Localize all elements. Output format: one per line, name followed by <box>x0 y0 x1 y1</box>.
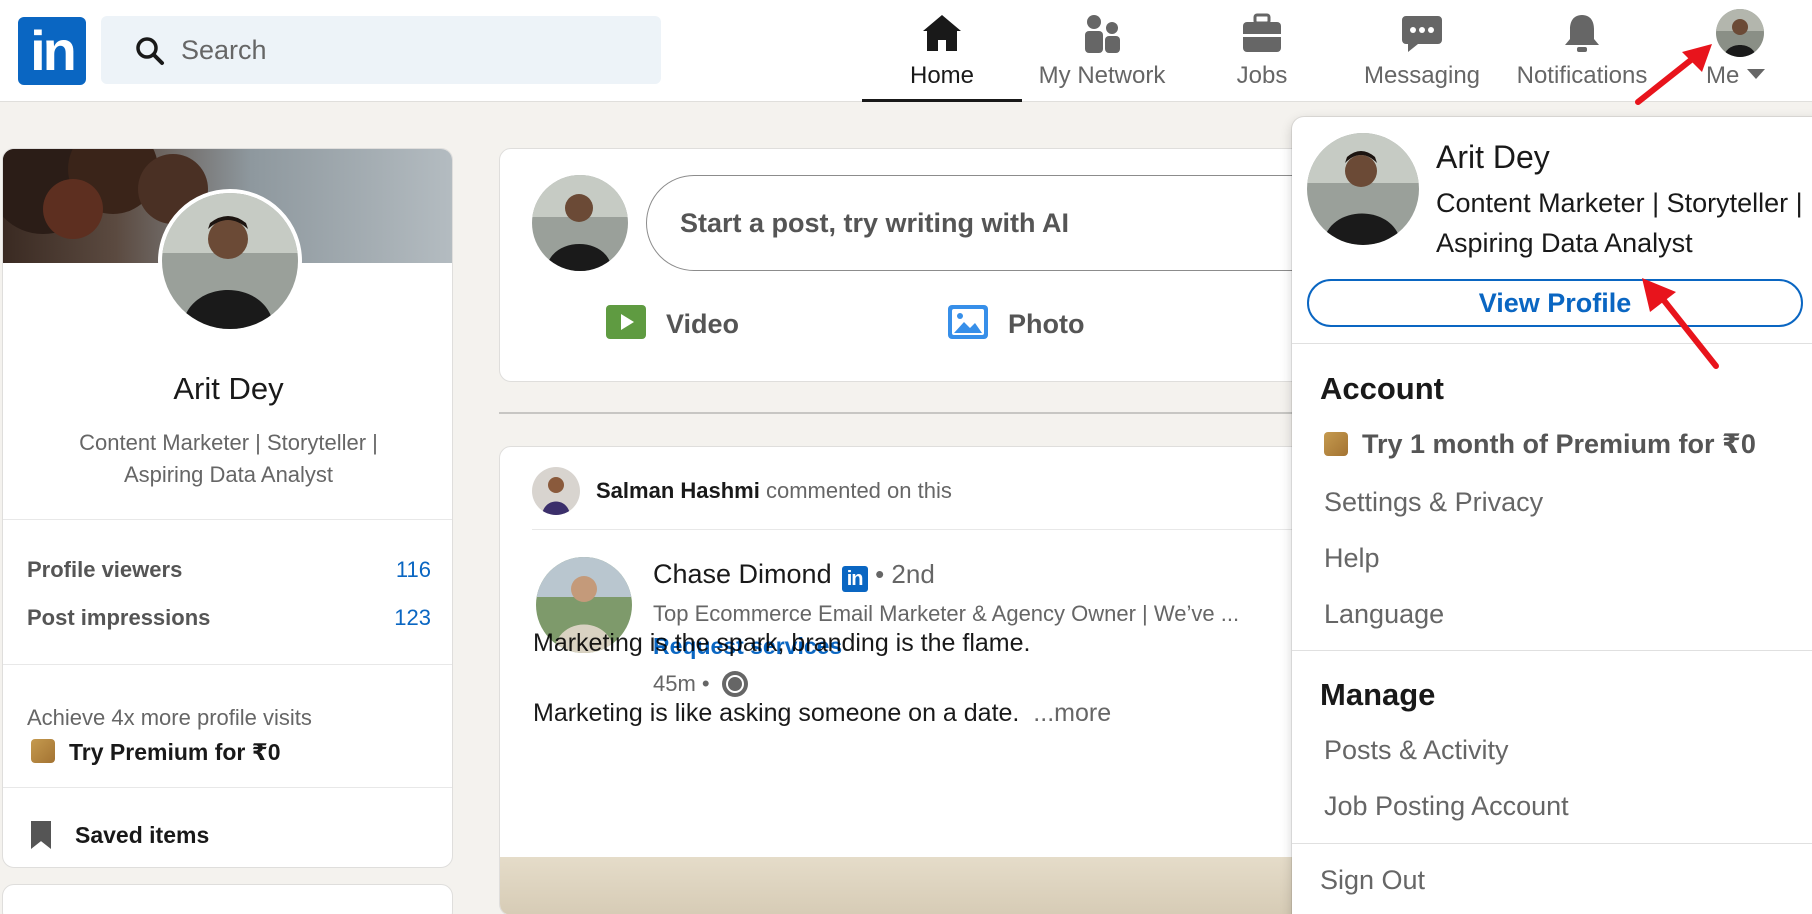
premium-menu-label: Try 1 month of Premium for ₹0 <box>1362 429 1756 459</box>
dropdown-headline: Content Marketer | Storyteller | Aspirin… <box>1436 188 1803 258</box>
stat-label: Profile viewers <box>27 557 183 582</box>
search-input[interactable] <box>181 16 641 84</box>
me-label: Me <box>1706 62 1740 89</box>
linkedin-badge-icon: in <box>841 566 868 592</box>
author-headline: Top Ecommerce Email Marketer & Agency Ow… <box>653 601 1240 626</box>
view-profile-button[interactable]: View Profile <box>1307 279 1803 327</box>
social-action-text: commented on this <box>765 478 952 503</box>
stat-value: 116 <box>395 557 431 582</box>
photo-icon <box>948 305 988 339</box>
try-premium-link[interactable]: Try Premium for ₹0 <box>31 739 281 766</box>
nav-label-messaging: Messaging <box>1363 62 1481 89</box>
globe-icon <box>721 671 748 697</box>
see-more-link[interactable]: ...more <box>1033 699 1111 727</box>
commenter-name[interactable]: Salman Hashmi <box>596 478 760 503</box>
nav-item-jobs[interactable]: Jobs <box>1182 0 1342 102</box>
help-menu-item[interactable]: Help <box>1324 543 1380 574</box>
post-line-1: Marketing is the spark, branding is the … <box>533 629 1030 658</box>
linkedin-logo-icon[interactable]: in <box>18 17 86 85</box>
job-posting-account-menu-item[interactable]: Job Posting Account <box>1324 791 1569 822</box>
post-timestamp: 45m • <box>653 671 748 697</box>
connection-degree: • 2nd <box>875 559 935 589</box>
divider <box>1292 343 1812 344</box>
nav-label-notifications: Notifications <box>1516 62 1648 89</box>
briefcase-icon <box>1243 13 1281 52</box>
search-icon <box>136 37 164 65</box>
nav-item-notifications[interactable]: Notifications <box>1502 0 1662 102</box>
photo-label: Photo <box>1008 309 1085 339</box>
premium-promo-text: Achieve 4x more profile visits <box>27 705 312 730</box>
profile-card: Arit Dey Content Marketer | Storyteller … <box>2 148 453 868</box>
feed-sort-divider <box>499 412 1344 414</box>
premium-icon <box>31 739 55 763</box>
nav-label-jobs: Jobs <box>1236 62 1288 89</box>
bookmark-icon <box>31 821 51 849</box>
post-line-1-text: Marketing is the spark, branding is the … <box>533 629 1031 657</box>
network-icon <box>1085 15 1120 53</box>
secondary-card <box>2 884 453 914</box>
post-line-2: Marketing is like asking someone on a da… <box>533 699 1111 728</box>
home-icon <box>923 15 961 51</box>
author-name-text: Chase Dimond <box>653 559 832 589</box>
stat-value: 123 <box>394 605 431 630</box>
top-navigation-bar: in Home My Network Jobs <box>0 0 1812 102</box>
message-icon <box>1402 16 1442 52</box>
photo-button[interactable]: Photo <box>948 305 1084 340</box>
video-label: Video <box>666 309 740 339</box>
user-photo-icon <box>532 467 580 515</box>
divider <box>3 787 452 788</box>
premium-icon <box>1324 432 1348 456</box>
me-dropdown-menu: Arit Dey Content Marketer | Storyteller … <box>1292 117 1812 914</box>
user-photo-icon <box>162 193 298 329</box>
post-image[interactable] <box>500 857 1343 914</box>
profile-headline: Content Marketer | Storyteller | Aspirin… <box>79 430 378 487</box>
bell-icon <box>1565 15 1599 52</box>
dropdown-name: Arit Dey <box>1436 139 1550 175</box>
divider <box>1292 843 1812 844</box>
saved-items-link[interactable]: Saved items <box>31 821 209 849</box>
caret-down-icon <box>1747 69 1766 79</box>
stat-post-impressions[interactable]: Post impressions 123 <box>27 605 431 631</box>
composer-avatar[interactable] <box>532 175 628 271</box>
search-box[interactable] <box>101 16 661 84</box>
video-icon <box>606 305 646 339</box>
feed-post: Salman Hashmi commented on this Chase Di… <box>499 446 1344 914</box>
video-button[interactable]: Video <box>606 305 739 340</box>
nav-item-my-network[interactable]: My Network <box>1022 0 1182 102</box>
divider <box>3 664 452 665</box>
try-premium-menu-item[interactable]: Try 1 month of Premium for ₹0 <box>1324 429 1756 460</box>
post-line-2-text: Marketing is like asking someone on a da… <box>533 699 1020 727</box>
nav-label-home: Home <box>909 62 975 89</box>
dropdown-avatar[interactable] <box>1307 133 1419 245</box>
user-photo-icon <box>1307 133 1419 245</box>
divider <box>3 519 452 520</box>
post-composer: Start a post, try writing with AI Video … <box>499 148 1344 382</box>
nav-label-my-network: My Network <box>1038 62 1166 89</box>
sign-out-menu-item[interactable]: Sign Out <box>1320 865 1425 896</box>
stat-label: Post impressions <box>27 605 211 630</box>
user-photo-icon <box>1716 9 1764 57</box>
time-text: 45m • <box>653 671 710 696</box>
divider <box>1292 650 1812 651</box>
me-avatar[interactable] <box>1716 9 1764 57</box>
account-section-title: Account <box>1320 371 1444 406</box>
author-name[interactable]: Chase Dimond in • 2nd <box>653 559 935 592</box>
me-menu-toggle[interactable]: Me <box>1706 62 1766 90</box>
posts-activity-menu-item[interactable]: Posts & Activity <box>1324 735 1509 766</box>
profile-avatar[interactable] <box>158 189 302 333</box>
manage-section-title: Manage <box>1320 677 1436 712</box>
language-menu-item[interactable]: Language <box>1324 599 1444 630</box>
start-post-input[interactable]: Start a post, try writing with AI <box>646 175 1343 271</box>
stat-profile-viewers[interactable]: Profile viewers 116 <box>27 557 431 583</box>
profile-name[interactable]: Arit Dey <box>3 371 452 407</box>
premium-label: Try Premium for ₹0 <box>69 739 281 765</box>
user-photo-icon <box>532 175 628 271</box>
saved-items-label: Saved items <box>75 822 210 848</box>
divider <box>532 529 1332 530</box>
nav-item-messaging[interactable]: Messaging <box>1342 0 1502 102</box>
settings-privacy-menu-item[interactable]: Settings & Privacy <box>1324 487 1543 518</box>
commenter-avatar[interactable] <box>532 467 580 515</box>
nav-item-home[interactable]: Home <box>862 0 1022 102</box>
